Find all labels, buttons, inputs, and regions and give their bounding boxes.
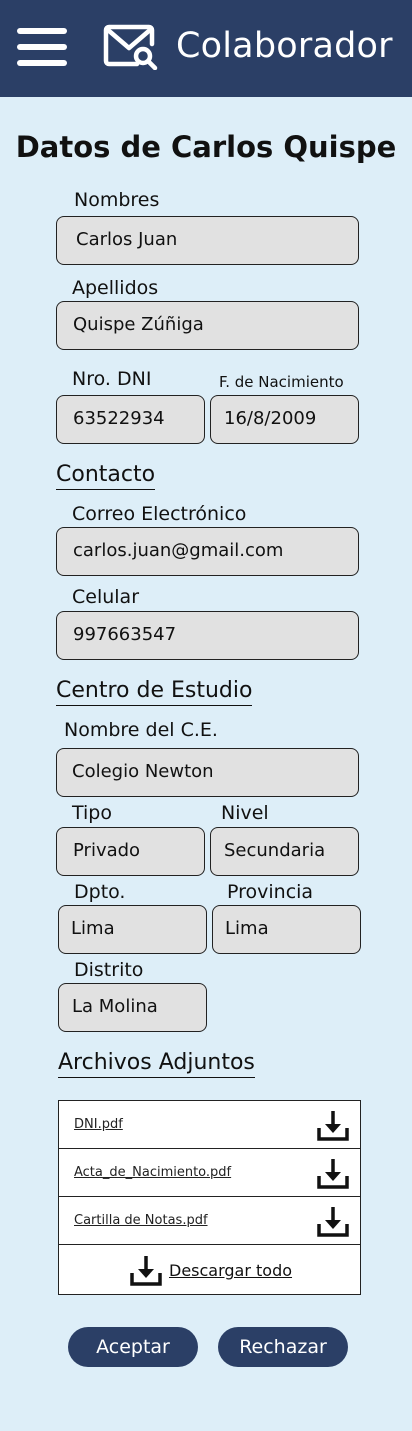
nombres-field[interactable]: Carlos Juan — [56, 216, 359, 265]
archivos-section-title: Archivos Adjuntos — [58, 1049, 255, 1078]
mail-search-icon — [103, 24, 158, 70]
attachments-list: DNI.pdf Acta_de_Nacimiento.pdf Cartilla … — [58, 1100, 361, 1295]
nombres-label: Nombres — [74, 189, 160, 211]
attachment-name[interactable]: Cartilla de Notas.pdf — [74, 1212, 208, 1230]
provincia-label: Provincia — [227, 881, 314, 903]
reject-button[interactable]: Rechazar — [218, 1327, 348, 1367]
contacto-section-title: Contacto — [56, 461, 156, 490]
nivel-label: Nivel — [221, 802, 269, 824]
attachment-name[interactable]: Acta_de_Nacimiento.pdf — [74, 1164, 231, 1182]
provincia-field[interactable]: Lima — [212, 905, 361, 954]
celular-field[interactable]: 997663547 — [56, 611, 359, 660]
download-icon[interactable] — [316, 1204, 350, 1238]
dni-label: Nro. DNI — [72, 368, 152, 390]
nacimiento-field[interactable]: 16/8/2009 — [210, 395, 359, 444]
distrito-field[interactable]: La Molina — [58, 983, 207, 1032]
nacimiento-label: F. de Nacimiento — [219, 373, 344, 391]
centro-section-title: Centro de Estudio — [56, 677, 253, 706]
download-all-icon — [130, 1256, 162, 1286]
download-icon[interactable] — [316, 1156, 350, 1190]
tipo-label: Tipo — [72, 802, 112, 824]
attachment-row[interactable]: Acta_de_Nacimiento.pdf — [59, 1149, 360, 1197]
centro-nombre-label: Nombre del C.E. — [64, 719, 218, 741]
distrito-label: Distrito — [74, 959, 144, 981]
celular-label: Celular — [72, 586, 140, 608]
attachment-name[interactable]: DNI.pdf — [74, 1116, 123, 1134]
dpto-field[interactable]: Lima — [58, 905, 207, 954]
email-field[interactable]: carlos.juan@gmail.com — [56, 527, 359, 576]
hamburger-menu-icon[interactable] — [17, 26, 69, 68]
page-title: Datos de Carlos Quispe — [15, 130, 397, 164]
download-icon[interactable] — [316, 1108, 350, 1142]
app-title: Colaborador — [176, 26, 393, 66]
centro-nombre-field[interactable]: Colegio Newton — [56, 748, 359, 797]
dpto-label: Dpto. — [74, 881, 126, 903]
accept-button[interactable]: Aceptar — [68, 1327, 198, 1367]
attachment-row[interactable]: DNI.pdf — [59, 1101, 360, 1149]
download-all-button[interactable]: Descargar todo — [59, 1246, 360, 1294]
download-all-label[interactable]: Descargar todo — [169, 1261, 292, 1281]
dni-field[interactable]: 63522934 — [56, 395, 205, 444]
correo-label: Correo Electrónico — [72, 503, 247, 525]
apellidos-field[interactable]: Quispe Zúñiga — [56, 301, 359, 350]
nivel-field[interactable]: Secundaria — [210, 827, 359, 876]
app-header: Colaborador — [0, 0, 412, 97]
tipo-field[interactable]: Privado — [56, 827, 205, 876]
apellidos-label: Apellidos — [72, 277, 159, 299]
attachment-row[interactable]: Cartilla de Notas.pdf — [59, 1197, 360, 1245]
